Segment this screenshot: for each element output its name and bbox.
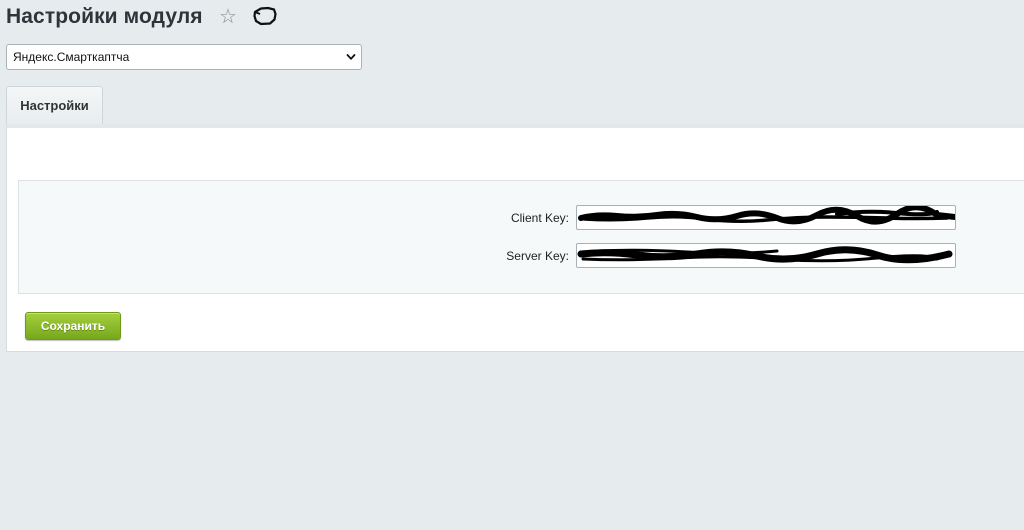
server-key-label: Server Key:: [506, 249, 569, 263]
redaction-mark: [577, 246, 953, 264]
client-key-input[interactable]: [576, 205, 956, 230]
redaction-mark: [578, 206, 955, 225]
tab-panel: Client Key: Server Key: Сохранить: [6, 124, 1024, 352]
tab-settings[interactable]: Настройки: [6, 86, 103, 124]
settings-area: Client Key: Server Key:: [18, 180, 1024, 294]
module-select[interactable]: Яндекс.Смарткаптча: [6, 44, 362, 70]
star-icon[interactable]: ☆: [219, 6, 237, 28]
chevron-down-icon: [346, 54, 356, 60]
client-key-label: Client Key:: [510, 211, 569, 225]
save-button[interactable]: Сохранить: [25, 312, 121, 340]
page-title: Настройки модуля: [6, 5, 203, 28]
hand-pointer-icon[interactable]: [252, 6, 278, 26]
server-key-input[interactable]: [576, 243, 956, 268]
module-select-value: Яндекс.Смарткаптча: [13, 50, 130, 64]
